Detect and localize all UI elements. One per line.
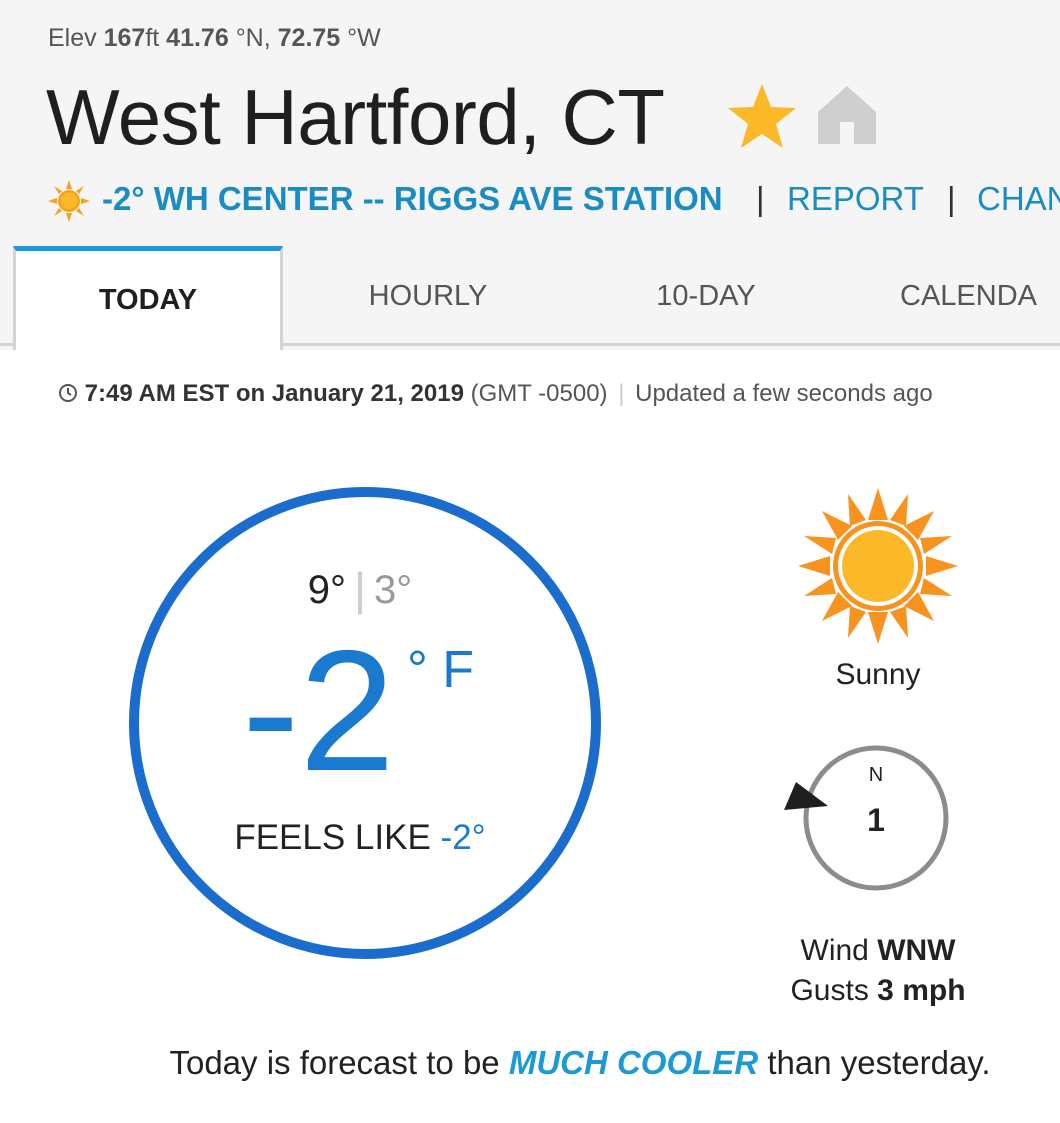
- wind-label: Wind: [800, 934, 869, 967]
- high-low: 9° | 3°: [0, 560, 720, 615]
- forecast-summary: Today is forecast to be MUCH COOLER than…: [0, 1044, 1060, 1082]
- report-link[interactable]: REPORT: [787, 180, 924, 218]
- forecast-tabs: TODAY HOURLY 10-DAY CALENDA: [0, 246, 1060, 350]
- sun-icon: [48, 180, 90, 222]
- feels-like-value: -2°: [440, 818, 486, 857]
- wind-compass: N 1: [803, 745, 949, 891]
- gusts-label: Gusts: [790, 974, 869, 1007]
- tab-today[interactable]: TODAY: [13, 246, 283, 350]
- station-link[interactable]: -2° WH CENTER -- RIGGS AVE STATION: [102, 180, 723, 218]
- feels-like: FEELS LIKE -2°: [0, 818, 720, 858]
- lat-value: 41.76: [166, 24, 229, 52]
- tab-hourly[interactable]: HOURLY: [290, 246, 566, 346]
- wind-speed: 1: [867, 802, 885, 838]
- change-station-link[interactable]: CHAN: [977, 180, 1060, 218]
- observation-time: 7:49 AM EST on January 21, 2019: [84, 380, 464, 407]
- wind-direction-arrow: [784, 782, 828, 810]
- tab-calendar[interactable]: CALENDA: [900, 246, 1060, 346]
- lon-unit: °W: [347, 24, 381, 52]
- gmt-offset: (GMT -0500): [470, 380, 608, 407]
- lat-unit: °N,: [235, 24, 271, 52]
- current-temperature: -2: [242, 615, 395, 807]
- clock-icon: [59, 384, 77, 402]
- elev-label: Elev: [48, 24, 97, 52]
- location-header: Elev 167ft 41.76 °N, 72.75 °W West Hartf…: [0, 0, 1060, 350]
- separator: |: [618, 380, 625, 407]
- city-title: West Hartford, CT: [46, 73, 665, 161]
- forecast-prefix: Today is forecast to be: [169, 1044, 500, 1081]
- update-line: 7:49 AM EST on January 21, 2019 (GMT -05…: [58, 380, 933, 408]
- elevation-coordinates: Elev 167ft 41.76 °N, 72.75 °W: [48, 24, 381, 53]
- temperature-unit: ° F: [407, 641, 475, 699]
- updated-text: Updated a few seconds ago: [635, 380, 933, 407]
- high-temp: 9°: [307, 568, 347, 612]
- compass-north-label: N: [869, 764, 883, 786]
- wind-direction-value: WNW: [877, 934, 956, 967]
- condition-label: Sunny: [835, 658, 921, 691]
- separator: |: [756, 180, 765, 217]
- home-icon[interactable]: [816, 84, 878, 146]
- forecast-emphasis: MUCH COOLER: [508, 1044, 759, 1081]
- low-temp: 3°: [373, 568, 413, 612]
- wind-gusts: Gusts 3 mph: [760, 974, 996, 1008]
- separator: |: [947, 180, 956, 217]
- forecast-suffix: than yesterday.: [767, 1044, 991, 1081]
- sun-icon: [798, 488, 958, 644]
- elev-value: 167: [103, 24, 146, 52]
- hilo-divider: |: [354, 563, 366, 615]
- wind-direction: Wind WNW: [768, 934, 988, 968]
- star-icon[interactable]: [726, 82, 798, 150]
- tab-10-day[interactable]: 10-DAY: [566, 246, 846, 346]
- elev-unit: ft: [145, 24, 160, 52]
- gusts-value: 3 mph: [877, 974, 966, 1007]
- feels-like-label: FEELS LIKE: [234, 818, 431, 857]
- lon-value: 72.75: [277, 24, 341, 52]
